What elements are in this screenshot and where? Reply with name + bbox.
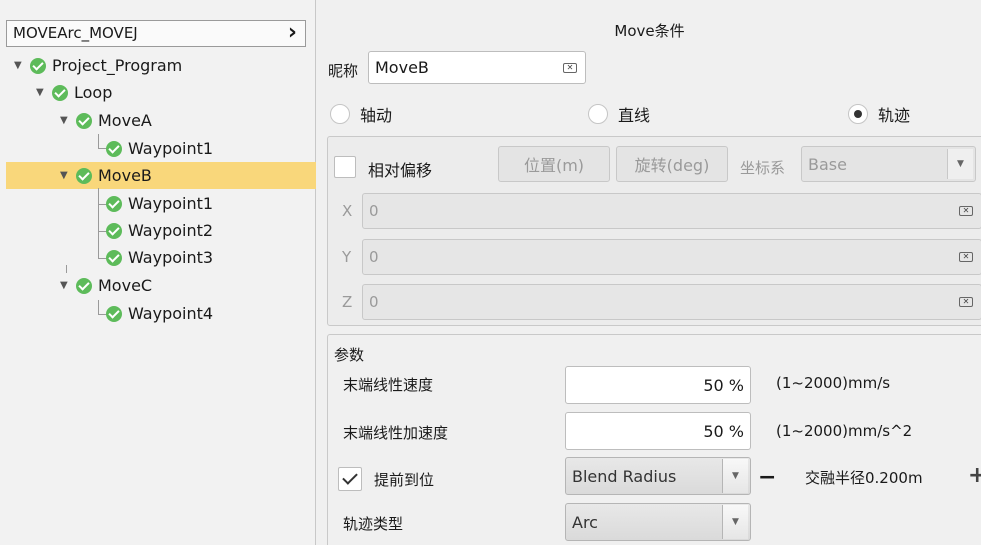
- tree-item-label: Project_Program: [52, 56, 183, 75]
- y-value: 0: [369, 248, 379, 266]
- coordinate-label: 坐标系: [740, 159, 786, 177]
- clear-icon[interactable]: ✕: [959, 252, 973, 262]
- position-button[interactable]: 位置(m): [498, 146, 610, 182]
- tree-item-label: MoveA: [98, 111, 152, 130]
- expand-triangle-icon[interactable]: ▼: [36, 87, 52, 98]
- check-circle-icon: [106, 140, 122, 157]
- coordinate-value: Base: [808, 155, 847, 174]
- tree-item[interactable]: Waypoint1: [106, 135, 213, 162]
- expand-triangle-icon[interactable]: ▼: [14, 60, 30, 71]
- tree-connector: [98, 134, 99, 148]
- check-circle-icon: [76, 167, 92, 184]
- check-circle-icon: [106, 222, 122, 239]
- accel-value: 50 %: [703, 422, 744, 441]
- tree-item-label: MoveB: [98, 166, 152, 185]
- mode-radio-joint[interactable]: 轴动: [330, 102, 392, 126]
- expand-triangle-icon[interactable]: ▼: [60, 170, 76, 181]
- check-circle-icon: [52, 84, 68, 101]
- radio-icon[interactable]: [330, 104, 350, 124]
- dropdown-arrow-icon[interactable]: ▼: [722, 505, 748, 539]
- x-label: X: [342, 202, 353, 220]
- z-label: Z: [342, 293, 353, 311]
- rotation-button[interactable]: 旋转(deg): [616, 146, 728, 182]
- tree-connector: [98, 300, 99, 314]
- tree-item-label: Loop: [74, 83, 113, 102]
- z-value: 0: [369, 293, 379, 311]
- speed-value: 50 %: [703, 376, 744, 395]
- tree-item[interactable]: ▼ Loop: [36, 79, 112, 106]
- clear-icon[interactable]: ✕: [959, 206, 973, 216]
- speed-label: 末端线性速度: [343, 376, 434, 394]
- mode-radio-linear[interactable]: 直线: [588, 102, 650, 126]
- speed-input[interactable]: 50 %: [565, 366, 751, 404]
- plus-button[interactable]: +: [968, 463, 981, 488]
- y-label: Y: [342, 248, 352, 266]
- program-panel: MOVEArc_MOVEJ › ▼ Project_Program ▼ Loop…: [0, 0, 316, 545]
- tree-item[interactable]: Waypoint1: [106, 190, 213, 217]
- check-circle-icon: [76, 112, 92, 129]
- blend-mode-value: Blend Radius: [572, 467, 677, 486]
- mode-label: 直线: [618, 106, 651, 125]
- move-condition-panel: Move条件 昵称 MoveB ✕ 轴动 直线 轨迹 相对偏移 位置(m) 旋转…: [318, 0, 981, 545]
- accel-input[interactable]: 50 %: [565, 412, 751, 450]
- tree-item-label: Waypoint3: [128, 248, 214, 267]
- params-title: 参数: [334, 346, 365, 364]
- relative-offset-checkbox[interactable]: [334, 156, 356, 178]
- selected-row-highlight: [6, 162, 316, 189]
- coordinate-select[interactable]: Base ▼: [801, 146, 976, 182]
- radio-icon[interactable]: [588, 104, 608, 124]
- y-input[interactable]: 0 ✕: [362, 239, 981, 275]
- check-circle-icon: [106, 249, 122, 266]
- tree-item-label: Waypoint1: [128, 194, 214, 213]
- tree-item-label: Waypoint2: [128, 221, 214, 240]
- check-circle-icon: [106, 195, 122, 212]
- nickname-label: 昵称: [328, 62, 359, 80]
- dropdown-arrow-icon[interactable]: ▼: [722, 459, 748, 493]
- clear-icon[interactable]: ✕: [563, 63, 577, 73]
- trajectory-type-select[interactable]: Arc ▼: [565, 503, 751, 541]
- expand-triangle-icon[interactable]: ▼: [60, 115, 76, 126]
- speed-range: (1~2000)mm/s: [776, 374, 891, 392]
- accel-label: 末端线性加速度: [343, 424, 449, 442]
- blend-mode-select[interactable]: Blend Radius ▼: [565, 457, 751, 495]
- tree-item-selected[interactable]: ▼ MoveB: [60, 162, 152, 189]
- relative-offset-label: 相对偏移: [368, 161, 433, 180]
- tree-item[interactable]: Waypoint3: [106, 244, 213, 271]
- z-input[interactable]: 0 ✕: [362, 284, 981, 320]
- check-circle-icon: [106, 305, 122, 322]
- tree-connector: [98, 188, 99, 259]
- nickname-value: MoveB: [375, 58, 429, 77]
- mode-label: 轨迹: [878, 106, 911, 125]
- nickname-input[interactable]: MoveB ✕: [368, 51, 586, 84]
- dropdown-arrow-icon[interactable]: ▼: [947, 149, 973, 179]
- tree-item[interactable]: ▼ MoveC: [60, 272, 152, 299]
- trajectory-type-label: 轨迹类型: [343, 515, 404, 533]
- trajectory-type-value: Arc: [572, 513, 598, 532]
- tree-item-label: Waypoint1: [128, 139, 214, 158]
- check-circle-icon: [76, 277, 92, 294]
- minus-button[interactable]: −: [758, 465, 776, 490]
- panel-title: Move条件: [614, 22, 685, 40]
- tree-item-label: MoveC: [98, 276, 153, 295]
- tree-item[interactable]: ▼ MoveA: [60, 107, 152, 134]
- x-value: 0: [369, 202, 379, 220]
- tree-item[interactable]: Waypoint2: [106, 217, 213, 244]
- x-input[interactable]: 0 ✕: [362, 193, 981, 229]
- chevron-right-icon[interactable]: ›: [288, 21, 297, 45]
- tree-item[interactable]: Waypoint4: [106, 300, 213, 327]
- tree-item[interactable]: ▼ Project_Program: [14, 52, 182, 79]
- program-header[interactable]: MOVEArc_MOVEJ ›: [6, 20, 306, 47]
- early-arrival-label: 提前到位: [374, 471, 435, 489]
- radio-selected-icon[interactable]: [848, 104, 868, 124]
- mode-label: 轴动: [360, 106, 393, 125]
- check-circle-icon: [30, 57, 46, 74]
- blend-radius-value: 交融半径0.200m: [805, 469, 923, 487]
- clear-icon[interactable]: ✕: [959, 297, 973, 307]
- early-arrival-checkbox[interactable]: [338, 467, 362, 491]
- accel-range: (1~2000)mm/s^2: [776, 422, 913, 440]
- expand-triangle-icon[interactable]: ▼: [60, 280, 76, 291]
- mode-radio-trajectory[interactable]: 轨迹: [848, 102, 910, 126]
- tree-item-label: Waypoint4: [128, 304, 214, 323]
- program-title: MOVEArc_MOVEJ: [13, 24, 138, 42]
